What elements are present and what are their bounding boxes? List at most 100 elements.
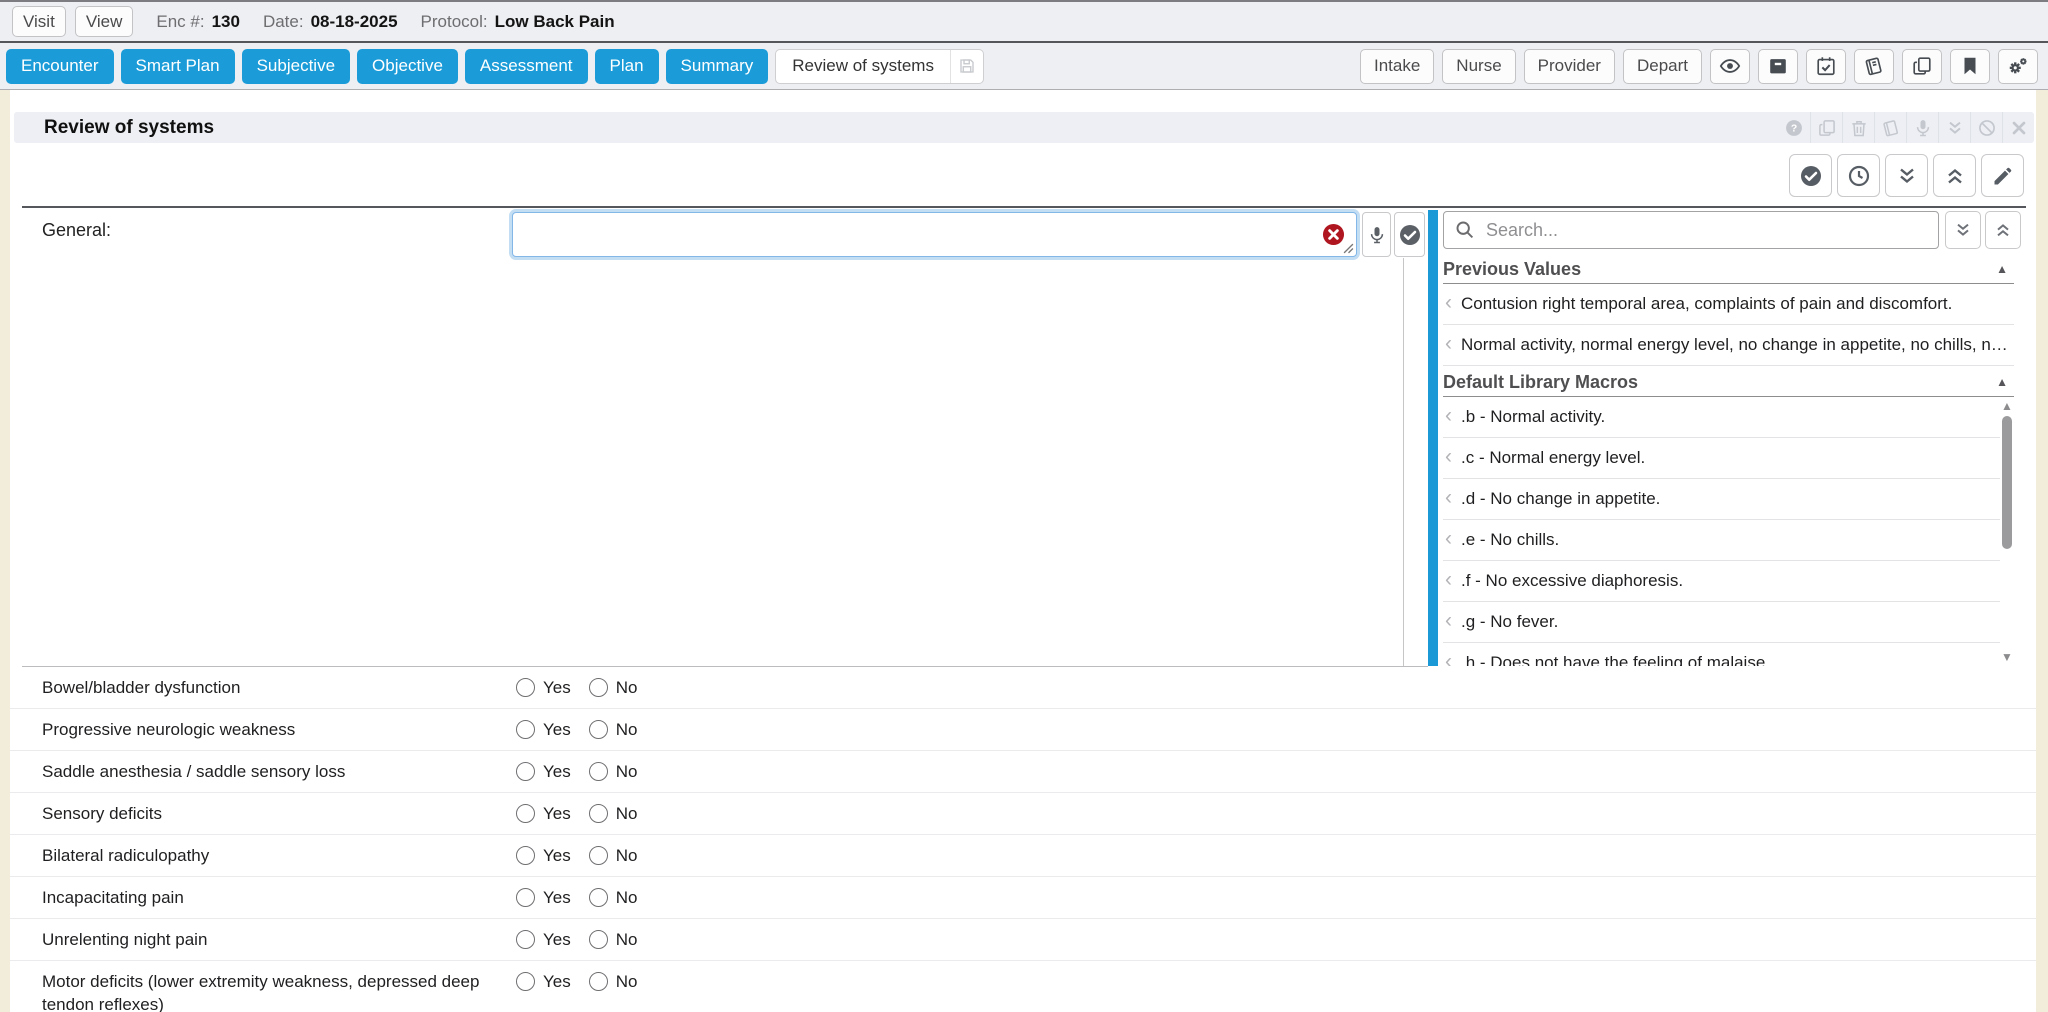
previous-values-list: ‹ Contusion right temporal area, complai… [1443, 284, 2014, 366]
radio-circle-yes[interactable] [516, 678, 535, 697]
radio-option-yes[interactable]: Yes [516, 720, 571, 740]
macros-header[interactable]: Default Library Macros ▲ [1443, 368, 2014, 397]
radio-circle-no[interactable] [589, 930, 608, 949]
radio-circle-no[interactable] [589, 804, 608, 823]
book-icon[interactable] [1874, 112, 1906, 143]
question-label: Saddle anesthesia / saddle sensory loss [42, 751, 516, 791]
edit-button[interactable] [1981, 154, 2024, 197]
radio-circle-no[interactable] [589, 888, 608, 907]
trash-icon[interactable] [1842, 112, 1874, 143]
radio-circle-yes[interactable] [516, 930, 535, 949]
macro-item[interactable]: ‹ .d - No change in appetite. [1443, 479, 2000, 520]
scroll-up-icon[interactable]: ▲ [2000, 399, 2014, 413]
radio-circle-yes[interactable] [516, 972, 535, 991]
note-tab[interactable]: Assessment [465, 49, 588, 84]
radio-circle-no[interactable] [589, 972, 608, 991]
collapse-triangle-icon[interactable]: ▲ [1996, 375, 2008, 389]
panel-expand-button[interactable] [1945, 211, 1981, 249]
radio-option-no[interactable]: No [589, 888, 638, 908]
macro-item[interactable]: ‹ .b - Normal activity. [1443, 397, 2000, 438]
note-tab[interactable]: Encounter [6, 49, 114, 84]
radio-option-yes[interactable]: Yes [516, 972, 571, 992]
radio-circle-no[interactable] [589, 678, 608, 697]
double-chevron-down-icon[interactable] [1938, 112, 1970, 143]
history-button[interactable] [1837, 154, 1880, 197]
copy-icon[interactable] [1810, 112, 1842, 143]
library-button[interactable] [1854, 49, 1894, 84]
settings-button[interactable] [1998, 49, 2038, 84]
question-radios: Yes No [516, 751, 637, 792]
note-tab[interactable]: Plan [595, 49, 659, 84]
dictate-button[interactable] [1362, 212, 1391, 257]
radio-circle-no[interactable] [589, 720, 608, 739]
tab-review-of-systems[interactable]: Review of systems [775, 49, 984, 84]
macro-text: .g - No fever. [1461, 612, 1558, 632]
macro-item[interactable]: ‹ .g - No fever. [1443, 602, 2000, 643]
radio-option-no[interactable]: No [589, 762, 638, 782]
phase-button[interactable]: Nurse [1442, 49, 1515, 84]
note-tab[interactable]: Objective [357, 49, 458, 84]
eye-button[interactable] [1710, 49, 1750, 84]
expand-all-button[interactable] [1885, 154, 1928, 197]
microphone-icon[interactable] [1906, 112, 1938, 143]
general-input[interactable] [512, 212, 1357, 257]
close-icon[interactable] [2002, 112, 2034, 143]
radio-option-no[interactable]: No [589, 678, 638, 698]
phase-button[interactable]: Provider [1524, 49, 1615, 84]
radio-option-yes[interactable]: Yes [516, 888, 571, 908]
macro-item[interactable]: ‹ .f - No excessive diaphoresis. [1443, 561, 2000, 602]
radio-option-yes[interactable]: Yes [516, 762, 571, 782]
panel-collapse-button[interactable] [1985, 211, 2021, 249]
radio-circle-yes[interactable] [516, 804, 535, 823]
radio-option-no[interactable]: No [589, 720, 638, 740]
previous-values-header[interactable]: Previous Values ▲ [1443, 255, 2014, 284]
view-button[interactable]: View [75, 6, 134, 37]
confirm-button[interactable] [1394, 212, 1425, 257]
radio-option-no[interactable]: No [589, 846, 638, 866]
double-chevron-up-icon [1943, 164, 1967, 188]
radio-option-no[interactable]: No [589, 930, 638, 950]
macro-item[interactable]: ‹ .c - Normal energy level. [1443, 438, 2000, 479]
macro-item[interactable]: ‹ .e - No chills. [1443, 520, 2000, 561]
previous-value-text: Contusion right temporal area, complaint… [1461, 294, 1952, 314]
radio-option-no[interactable]: No [589, 972, 638, 992]
note-tab[interactable]: Summary [666, 49, 769, 84]
radio-circle-no[interactable] [589, 762, 608, 781]
radio-option-yes[interactable]: Yes [516, 804, 571, 824]
radio-option-yes[interactable]: Yes [516, 930, 571, 950]
macro-item[interactable]: ‹ .h - Does not have the feeling of mala… [1443, 643, 2000, 666]
radio-option-no[interactable]: No [589, 804, 638, 824]
radio-circle-yes[interactable] [516, 762, 535, 781]
clear-icon[interactable] [1322, 223, 1345, 246]
question-radios: Yes No [516, 961, 637, 1002]
macros-scrollbar[interactable]: ▲ ▼ [2000, 399, 2014, 664]
radio-circle-yes[interactable] [516, 846, 535, 865]
scrollbar-thumb[interactable] [2002, 416, 2012, 549]
complete-button[interactable] [1789, 154, 1832, 197]
section-divider [22, 206, 2026, 208]
radio-option-yes[interactable]: Yes [516, 846, 571, 866]
radio-circle-yes[interactable] [516, 888, 535, 907]
bookmark-button[interactable] [1950, 49, 1990, 84]
visit-button[interactable]: Visit [12, 6, 66, 37]
calendar-button[interactable] [1806, 49, 1846, 84]
previous-value-item[interactable]: ‹ Normal activity, normal energy level, … [1443, 325, 2014, 366]
help-icon[interactable]: ? [1778, 112, 1810, 143]
note-tab[interactable]: Subjective [242, 49, 350, 84]
radio-circle-no[interactable] [589, 846, 608, 865]
collapse-all-button[interactable] [1933, 154, 1976, 197]
radio-option-yes[interactable]: Yes [516, 678, 571, 698]
archive-button[interactable] [1758, 49, 1798, 84]
search-input[interactable] [1443, 211, 1939, 249]
previous-value-item[interactable]: ‹ Contusion right temporal area, complai… [1443, 284, 2014, 325]
scroll-down-icon[interactable]: ▼ [2000, 650, 2014, 664]
radio-circle-yes[interactable] [516, 720, 535, 739]
copy-button[interactable] [1902, 49, 1942, 84]
collapse-triangle-icon[interactable]: ▲ [1996, 262, 2008, 276]
ban-icon[interactable] [1970, 112, 2002, 143]
note-tab[interactable]: Smart Plan [121, 49, 235, 84]
phase-button[interactable]: Depart [1623, 49, 1702, 84]
resize-handle-icon[interactable] [1343, 243, 1354, 254]
insert-left-icon: ‹ [1445, 333, 1452, 354]
phase-button[interactable]: Intake [1360, 49, 1434, 84]
